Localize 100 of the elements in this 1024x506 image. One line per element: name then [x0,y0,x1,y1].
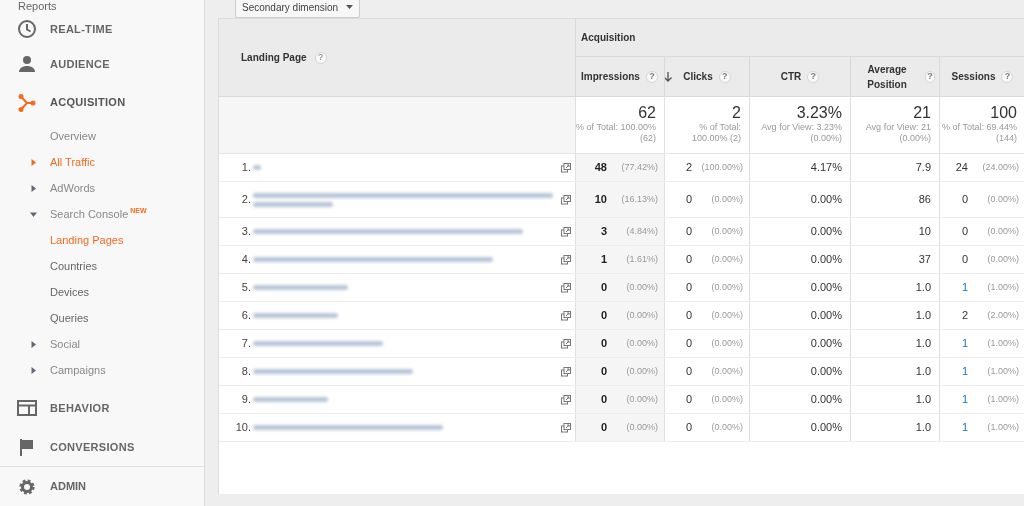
nav-section[interactable]: AUDIENCE [50,55,110,73]
total-value: 21 [913,104,931,122]
triangle-icon[interactable] [30,340,37,348]
cell-value: 1.0 [915,336,932,352]
cell-value: 0 [600,364,607,380]
nav-item[interactable]: Search Console [50,205,129,223]
cell-value: 0 [685,252,692,268]
row-number: 6. [240,308,251,324]
cell-percentage: (0.00%) [710,336,743,350]
cell-value: 0.00% [810,280,843,296]
total-note: % of Total: 100.00% (2) [690,122,741,144]
nav-section[interactable]: CONVERSIONS [50,438,135,456]
cell-value: 0.00% [810,420,843,436]
help-icon[interactable]: ? [807,70,820,83]
cell-value: 0 [961,252,968,268]
value-link[interactable]: 1 [961,279,968,296]
cell-percentage: (16.13%) [620,192,658,206]
column-header[interactable]: Impressions ? [581,69,672,84]
cell-value: 24 [955,160,968,176]
cell-percentage: (77.42%) [620,160,658,174]
total-value: 2 [732,104,741,122]
nav-item[interactable]: AdWords [50,179,96,197]
nav-item[interactable]: Social [50,335,80,353]
cell-value: 0.00% [810,336,843,352]
nav-item[interactable]: Countries [50,257,98,275]
cell-value: 0 [600,280,607,296]
nav-item[interactable]: All Traffic [50,153,96,171]
total-value: 100 [990,104,1017,122]
nav-section[interactable]: REAL-TIME [50,20,113,38]
cell-percentage: (0.00%) [710,308,743,322]
blurred-text [253,165,261,170]
column-header[interactable]: Clicks ? [683,69,731,84]
nav-item[interactable]: Queries [50,309,89,327]
triangle-icon[interactable] [30,210,37,218]
column-header[interactable]: Sessions ? [951,69,1014,84]
cell-value: 0 [600,420,607,436]
cell-percentage: (2.00%) [986,308,1019,322]
cell-value: 37 [918,252,932,268]
cell-value: 2 [961,308,968,324]
cell-value: 0 [685,364,692,380]
help-icon[interactable]: ? [718,70,731,83]
cell-percentage: (0.00%) [986,252,1019,266]
value-link[interactable]: 1 [961,391,968,408]
column-header[interactable]: CTR ? [780,69,820,84]
row-number: 8. [240,364,251,380]
value-link[interactable]: 1 [961,335,968,352]
triangle-icon[interactable] [30,184,37,192]
triangle-icon[interactable] [30,366,37,374]
nav-item[interactable]: Campaigns [50,361,106,379]
column-header[interactable]: Average Position ? [855,61,935,92]
nav-item[interactable]: Landing Pages [50,231,124,249]
cell-percentage: (1.00%) [986,280,1019,294]
cell-value: 0.00% [810,392,843,408]
section-title: Reports [17,0,57,13]
value-link[interactable]: 1 [961,419,968,436]
help-icon[interactable]: ? [314,51,327,64]
cell-value: 1.0 [915,392,932,408]
cell-percentage: (0.00%) [625,364,658,378]
cell-value: 1.0 [915,420,932,436]
cell-percentage: (0.00%) [710,252,743,266]
nav-section[interactable]: BEHAVIOR [50,400,110,417]
sort-down-icon[interactable] [663,71,672,82]
secondary-dimension-dropdown[interactable]: Secondary dimension [235,0,361,18]
triangle-icon[interactable] [30,158,37,166]
cell-value: 0 [600,392,607,408]
row-number: 5. [240,280,251,296]
help-icon[interactable]: ? [925,70,935,83]
cell-percentage: (0.00%) [625,336,658,350]
cell-percentage: (1.00%) [986,420,1019,434]
cell-value: 0 [685,336,692,352]
cell-value: 0 [685,420,692,436]
value-link[interactable]: 1 [961,363,968,380]
nav-section[interactable]: ADMIN [50,478,87,495]
cell-value: 0 [600,308,607,324]
row-number: 4. [240,252,251,268]
nav-item[interactable]: Overview [50,127,96,145]
cell-percentage: (1.61%) [625,252,658,266]
total-value: 3.23% [796,104,842,122]
cell-value: 10 [594,192,607,208]
cell-percentage: (1.00%) [986,336,1019,350]
cell-percentage: (0.00%) [710,192,743,206]
column-header[interactable]: Landing Page [241,50,307,65]
cell-value: 0 [685,392,692,408]
cell-value: 2 [685,160,692,176]
nav-section[interactable]: ACQUISITION [50,94,126,111]
cell-value: 0 [961,192,968,208]
caret-icon [346,5,354,9]
cell-percentage: (4.84%) [625,224,658,238]
nav-item[interactable]: Devices [50,283,90,301]
row-number: 9. [240,392,251,408]
help-icon[interactable]: ? [645,70,658,83]
help-icon[interactable]: ? [1001,70,1014,83]
cell-value: 0 [685,308,692,324]
cell-percentage: (0.00%) [625,392,658,406]
cell-percentage: (0.00%) [710,280,743,294]
cell-percentage: (0.00%) [710,364,743,378]
row-number: 2. [240,192,251,208]
cell-percentage: (0.00%) [625,280,658,294]
cell-percentage: (0.00%) [710,420,743,434]
cell-value: 48 [594,160,607,176]
